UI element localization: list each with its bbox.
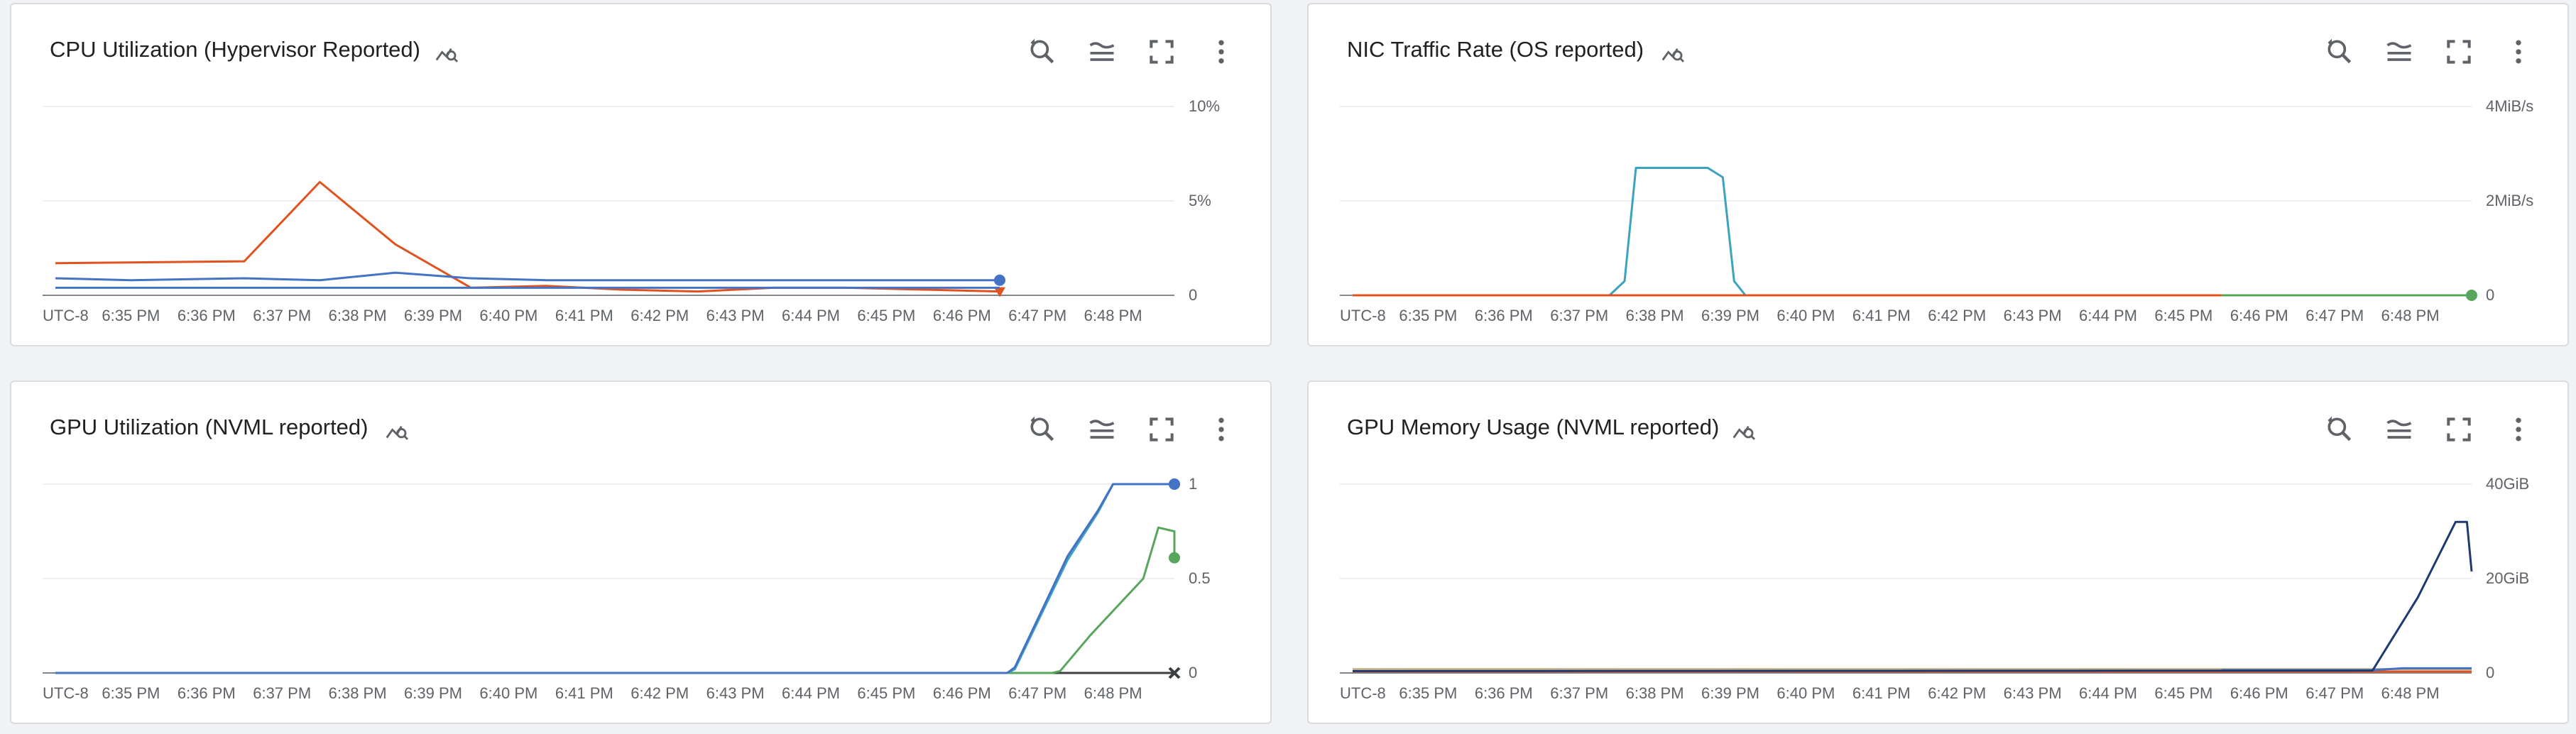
- gpu-utilization-card: GPU Utilization (NVML reported) 1 0.5 0 UTC…: [10, 380, 1272, 724]
- cpu-utilization-card: CPU Utilization (Hypervisor Reported) 10…: [10, 3, 1272, 346]
- x-tick-label: 6:45 PM: [2154, 684, 2212, 702]
- x-tick-label: 6:42 PM: [631, 684, 689, 702]
- x-tick-label: 6:37 PM: [253, 307, 311, 324]
- x-tick-label: 6:46 PM: [933, 684, 991, 702]
- y-tick-label: 0.5: [1189, 569, 1211, 587]
- x-tick-label: 6:39 PM: [404, 684, 462, 702]
- x-tick-label: 6:43 PM: [2004, 684, 2062, 702]
- x-tick-label: 6:44 PM: [2079, 684, 2137, 702]
- y-tick-label: 5%: [1189, 192, 1211, 209]
- x-tick-label: 6:48 PM: [2381, 684, 2440, 702]
- x-tick-label: 6:42 PM: [631, 307, 689, 324]
- x-tick-label: 6:43 PM: [2004, 307, 2062, 324]
- x-tick-label: 6:40 PM: [479, 307, 537, 324]
- x-tick-label: 6:43 PM: [706, 307, 765, 324]
- x-tick-label: 6:36 PM: [1475, 307, 1533, 324]
- x-tick-label: 6:48 PM: [2381, 307, 2440, 324]
- series-line: [1353, 166, 2472, 297]
- x-tick-label: 6:40 PM: [479, 684, 537, 702]
- x-tick-label: 6:42 PM: [1928, 307, 1986, 324]
- x-tick-label: 6:40 PM: [1777, 307, 1835, 324]
- x-tick-label: 6:40 PM: [1777, 684, 1835, 702]
- cpu-utilization-chart: 10% 5% 0 UTC-8 6:35 PM 6:36 PM 6:37 PM 6:38 PM 6…: [43, 97, 1220, 324]
- x-tick-label: 6:47 PM: [1008, 684, 1066, 702]
- x-tick-label: UTC-8: [1340, 684, 1386, 702]
- x-tick-label: 6:38 PM: [1626, 307, 1684, 324]
- x-tick-label: 6:38 PM: [329, 307, 387, 324]
- x-tick-label: UTC-8: [43, 307, 89, 324]
- series-line: [55, 526, 1176, 674]
- y-tick-label: 1: [1189, 475, 1197, 493]
- x-tick-label: 6:47 PM: [1008, 307, 1066, 324]
- y-tick-label: 4MiB/s: [2486, 97, 2533, 115]
- series-line: [1352, 520, 2473, 672]
- y-tick-label: 20GiB: [2486, 569, 2529, 587]
- nic-traffic-card: NIC Traffic Rate (OS reported) 4MiB/s 2Mi…: [1307, 3, 2569, 346]
- x-tick-label: 6:45 PM: [2154, 307, 2212, 324]
- x-tick-label: 6:47 PM: [2305, 307, 2364, 324]
- x-tick-label: 6:44 PM: [782, 684, 840, 702]
- series-end-marker: [1169, 552, 1180, 564]
- y-tick-label: 10%: [1189, 97, 1220, 115]
- x-tick-label: 6:46 PM: [2230, 307, 2288, 324]
- x-tick-label: 6:35 PM: [102, 684, 160, 702]
- series-end-marker: [1169, 478, 1180, 490]
- x-tick-label: 6:43 PM: [706, 684, 765, 702]
- x-tick-label: 6:35 PM: [102, 307, 160, 324]
- gpu-memory-chart: 40GiB 20GiB 0 UTC-8 6:35 PM 6:36 PM 6:37 PM 6:3…: [1340, 475, 2529, 702]
- x-tick-label: 6:38 PM: [1626, 684, 1684, 702]
- x-tick-label: UTC-8: [43, 684, 89, 702]
- x-tick-label: 6:39 PM: [1701, 684, 1759, 702]
- x-tick-label: 6:44 PM: [2079, 307, 2137, 324]
- x-tick-label: 6:38 PM: [329, 684, 387, 702]
- gpu-memory-card: GPU Memory Usage (NVML reported) 40GiB 20…: [1307, 380, 2569, 724]
- y-tick-label: 0: [2486, 286, 2494, 304]
- x-tick-label: 6:47 PM: [2305, 684, 2364, 702]
- series-line: [55, 271, 1000, 282]
- y-tick-label: 0: [1189, 664, 1197, 681]
- x-tick-label: 6:41 PM: [1852, 307, 1911, 324]
- x-tick-label: 6:35 PM: [1399, 307, 1457, 324]
- x-tick-label: 6:41 PM: [555, 684, 613, 702]
- x-tick-label: 6:46 PM: [2230, 684, 2288, 702]
- x-tick-label: 6:48 PM: [1084, 307, 1142, 324]
- x-tick-label: 6:37 PM: [1550, 684, 1608, 702]
- x-tick-label: 6:36 PM: [178, 684, 236, 702]
- x-tick-label: 6:37 PM: [253, 684, 311, 702]
- x-tick-label: 6:41 PM: [1852, 684, 1911, 702]
- x-tick-label: 6:36 PM: [178, 307, 236, 324]
- y-tick-label: 0: [1189, 286, 1197, 304]
- y-tick-label: 0: [2486, 664, 2494, 681]
- series-line: [55, 180, 1000, 293]
- series-end-marker: [994, 274, 1005, 286]
- y-tick-label: 2MiB/s: [2486, 192, 2533, 209]
- gpu-utilization-chart: 1 0.5 0 UTC-8 6:35 PM 6:36 PM 6:37 PM 6:38 PM 6:…: [43, 475, 1211, 702]
- x-tick-label: 6:36 PM: [1475, 684, 1533, 702]
- x-tick-label: 6:35 PM: [1399, 684, 1457, 702]
- x-tick-label: 6:37 PM: [1550, 307, 1608, 324]
- x-tick-label: 6:39 PM: [1701, 307, 1759, 324]
- x-tick-label: 6:48 PM: [1084, 684, 1142, 702]
- x-tick-label: 6:45 PM: [857, 684, 915, 702]
- x-tick-label: UTC-8: [1340, 307, 1386, 324]
- y-tick-label: 40GiB: [2486, 475, 2529, 493]
- x-tick-label: 6:39 PM: [404, 307, 462, 324]
- nic-traffic-chart: 4MiB/s 2MiB/s 0 UTC-8 6:35 PM 6:36 PM 6:37 PM 6…: [1340, 97, 2533, 324]
- series-end-marker: [2466, 290, 2477, 301]
- x-tick-label: 6:42 PM: [1928, 684, 1986, 702]
- x-tick-label: 6:45 PM: [857, 307, 915, 324]
- x-tick-label: 6:41 PM: [555, 307, 613, 324]
- x-tick-label: 6:46 PM: [933, 307, 991, 324]
- x-tick-label: 6:44 PM: [782, 307, 840, 324]
